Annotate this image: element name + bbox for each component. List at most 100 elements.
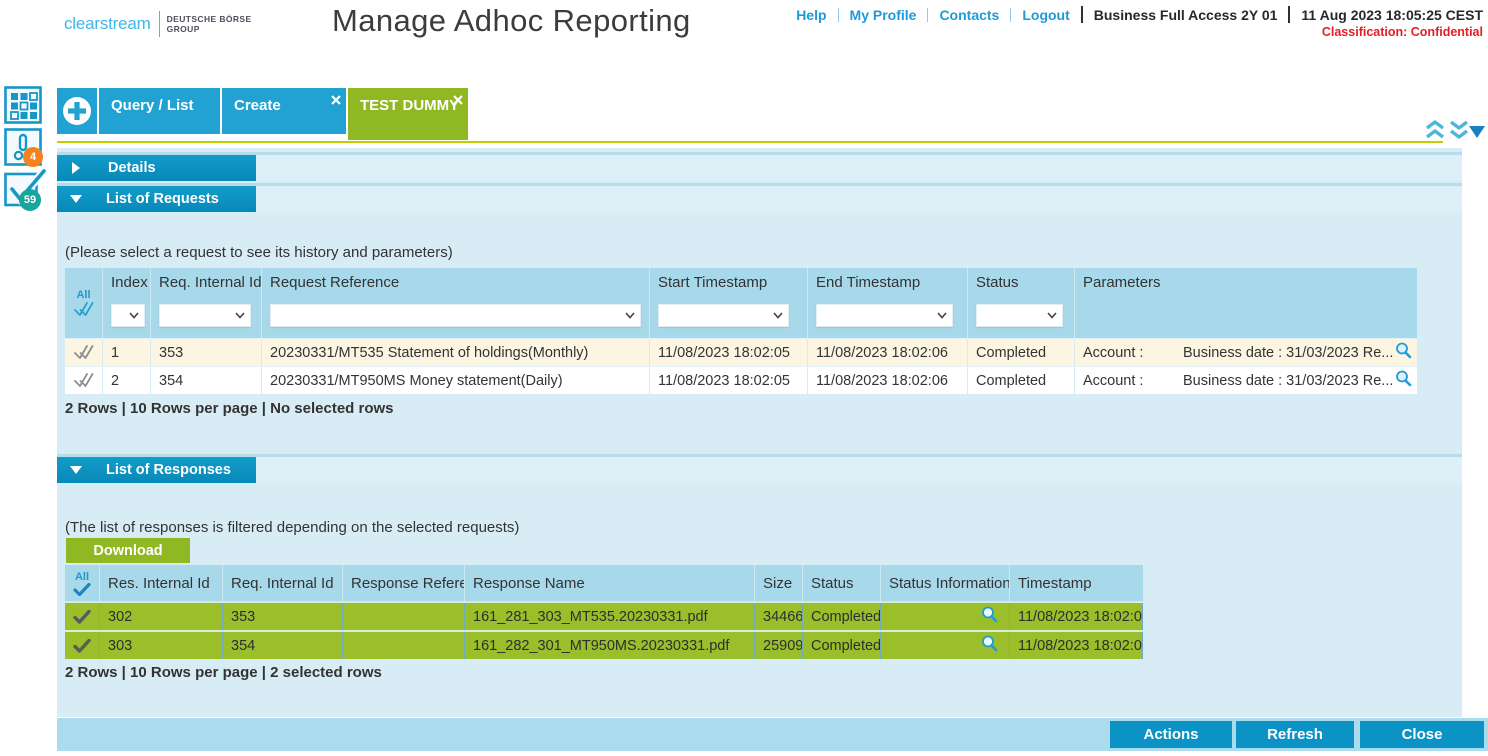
col-parameters: Parameters: [1075, 268, 1417, 338]
contacts-link[interactable]: Contacts: [939, 7, 999, 23]
logo-divider: [159, 11, 160, 37]
req-internal-id-filter-select[interactable]: [159, 304, 251, 327]
requests-row-count: 2 Rows | 10 Rows per page | No selected …: [65, 400, 394, 417]
row-select-check[interactable]: [65, 367, 103, 394]
view-status-info-icon[interactable]: [981, 635, 998, 656]
responses-section-header[interactable]: List of Responses: [57, 457, 256, 483]
request-row[interactable]: 1 353 20230331/MT535 Statement of holdin…: [65, 338, 1417, 366]
parameters-cell: Account : Business date : 31/03/2023 Re.…: [1075, 367, 1417, 394]
col-response-reference: Response Reference: [343, 565, 465, 601]
col-req-internal-id: Req. Internal Id: [223, 565, 343, 601]
download-button[interactable]: Download: [66, 538, 190, 563]
link-divider: [1081, 6, 1083, 23]
collapse-all-icon[interactable]: [1424, 119, 1446, 145]
status-information-cell: [881, 632, 1010, 659]
req-internal-id-cell: 354: [223, 632, 343, 659]
row-select-check[interactable]: [65, 339, 103, 366]
request-row[interactable]: 2 354 20230331/MT950MS Money statement(D…: [65, 366, 1417, 394]
request-reference-cell: 20230331/MT535 Statement of holdings(Mon…: [262, 339, 650, 366]
col-request-reference: Request Reference: [262, 268, 650, 338]
expand-all-icon[interactable]: [1448, 119, 1470, 145]
help-link[interactable]: Help: [796, 7, 826, 23]
test-dummy-panel: Details List of Requests (Please select …: [57, 148, 1462, 717]
status-cell: Completed: [803, 603, 881, 630]
index-filter-select[interactable]: [111, 304, 145, 327]
group-wordmark: DEUTSCHE BÖRSE GROUP: [167, 14, 252, 34]
request-reference-filter-select[interactable]: [270, 304, 641, 327]
new-tab-button[interactable]: [57, 88, 97, 134]
size-cell: 25909: [755, 632, 803, 659]
tab-close-icon[interactable]: [453, 92, 463, 102]
size-cell: 344664: [755, 603, 803, 630]
col-req-internal-id: Req. Internal Id: [151, 268, 262, 338]
actions-button[interactable]: Actions: [1110, 721, 1232, 748]
timestamp-cell: 11/08/2023 18:02:06: [1010, 632, 1143, 659]
col-end-timestamp: End Timestamp: [808, 268, 968, 338]
view-parameters-icon[interactable]: [1395, 370, 1412, 391]
details-section-header[interactable]: Details: [57, 155, 256, 181]
tab-create[interactable]: Create: [222, 88, 346, 134]
req-internal-id-cell: 353: [223, 603, 343, 630]
view-status-info-icon[interactable]: [981, 606, 998, 627]
close-button[interactable]: Close: [1360, 721, 1484, 748]
index-cell: 2: [103, 367, 151, 394]
col-status: Status: [968, 268, 1075, 338]
col-res-internal-id: Res. Internal Id: [100, 565, 223, 601]
tasks-badge: 59: [19, 189, 41, 211]
view-parameters-icon[interactable]: [1395, 342, 1412, 363]
clearstream-logo: clearstream DEUTSCHE BÖRSE GROUP: [64, 11, 252, 37]
row-selected-check[interactable]: [65, 632, 100, 659]
response-row[interactable]: 303 354 161_282_301_MT950MS.20230331.pdf…: [65, 630, 1143, 659]
status-cell: Completed: [968, 367, 1075, 394]
response-row[interactable]: 302 353 161_281_303_MT535.20230331.pdf 3…: [65, 601, 1143, 630]
index-cell: 1: [103, 339, 151, 366]
start-timestamp-cell: 11/08/2023 18:02:05: [650, 339, 808, 366]
classification-label: Classification: Confidential: [1322, 25, 1483, 39]
check-icon: [73, 610, 91, 624]
requests-section-header[interactable]: List of Requests: [57, 186, 256, 212]
start-timestamp-filter-select[interactable]: [658, 304, 789, 327]
col-status-information: Status Information: [881, 565, 1010, 601]
tab-underline: [57, 141, 1443, 143]
status-filter-select[interactable]: [976, 304, 1063, 327]
select-all-header[interactable]: All: [65, 268, 103, 338]
user-access-label: Business Full Access 2Y 01: [1094, 7, 1278, 23]
requests-table-header: All Index Req. Internal Id Request Refer…: [65, 268, 1417, 338]
request-reference-cell: 20230331/MT950MS Money statement(Daily): [262, 367, 650, 394]
link-divider: [1010, 8, 1011, 22]
chevron-down-icon: [70, 466, 82, 474]
row-selected-check[interactable]: [65, 603, 100, 630]
plus-icon: [62, 96, 92, 126]
header-timestamp: 11 Aug 2023 18:05:25 CEST: [1301, 7, 1483, 23]
tab-query-list[interactable]: Query / List: [99, 88, 220, 134]
requests-hint: (Please select a request to see its hist…: [65, 244, 453, 261]
link-divider: [838, 8, 839, 22]
header: clearstream DEUTSCHE BÖRSE GROUP Manage …: [0, 0, 1488, 62]
requests-section-row: List of Requests: [57, 183, 1462, 212]
req-internal-id-cell: 353: [151, 339, 262, 366]
res-internal-id-cell: 302: [100, 603, 223, 630]
response-reference-cell: [343, 603, 465, 630]
page-title: Manage Adhoc Reporting: [332, 3, 691, 39]
col-index: Index: [103, 268, 151, 338]
alerts-badge: 4: [23, 147, 43, 167]
my-profile-link[interactable]: My Profile: [850, 7, 917, 23]
end-timestamp-filter-select[interactable]: [816, 304, 953, 327]
responses-hint: (The list of responses is filtered depen…: [65, 519, 519, 536]
col-size: Size: [755, 565, 803, 601]
responses-section-row: List of Responses: [57, 454, 1462, 483]
refresh-button[interactable]: Refresh: [1236, 721, 1354, 748]
logout-link[interactable]: Logout: [1022, 7, 1069, 23]
app-grid-icon[interactable]: [4, 86, 42, 124]
select-all-header[interactable]: All: [65, 565, 100, 601]
link-divider: [1288, 6, 1290, 23]
double-check-icon: [72, 344, 96, 361]
chevron-down-icon: [70, 195, 82, 203]
end-timestamp-cell: 11/08/2023 18:02:06: [808, 339, 968, 366]
panel-toggle-icon[interactable]: [1469, 126, 1485, 138]
status-information-cell: [881, 603, 1010, 630]
tab-close-icon[interactable]: [331, 92, 341, 102]
status-cell: Completed: [803, 632, 881, 659]
tab-test-dummy[interactable]: TEST DUMMY: [348, 88, 468, 140]
responses-table: All Res. Internal Id Req. Internal Id Re…: [65, 565, 1143, 659]
